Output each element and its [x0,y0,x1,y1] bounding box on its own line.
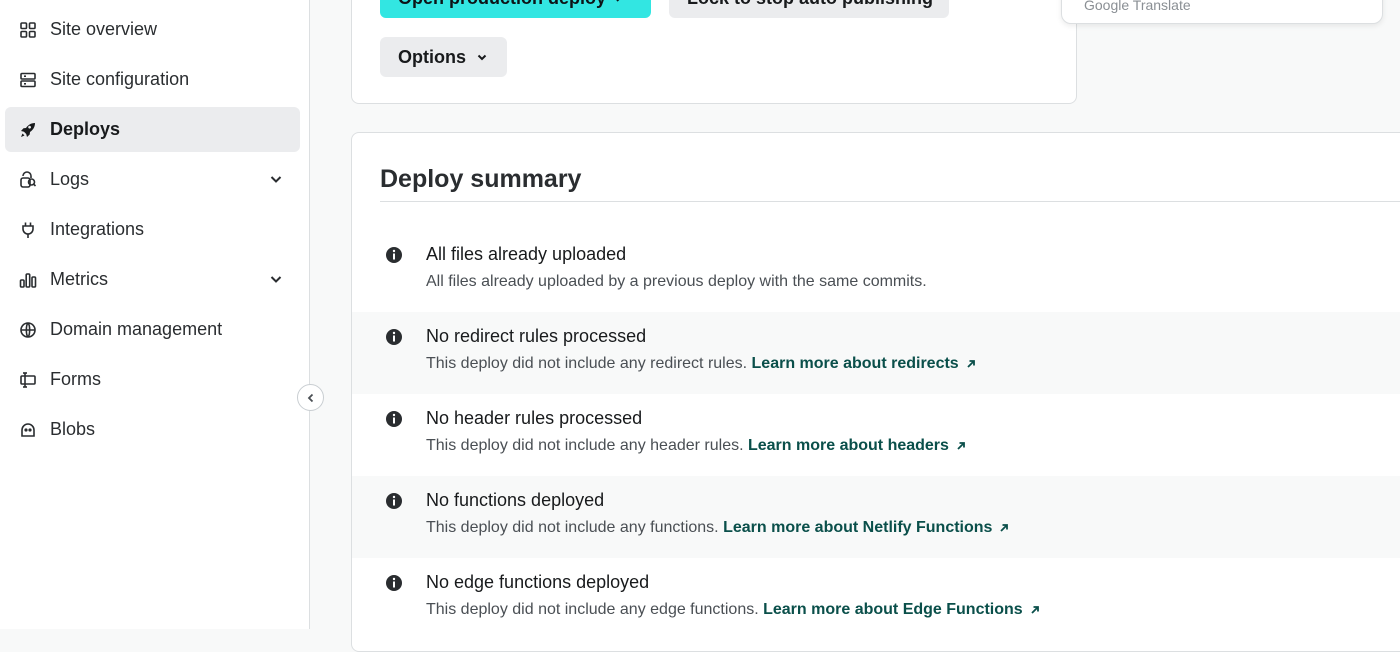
summary-row: No header rules processed This deploy di… [352,394,1400,476]
deploy-summary-card: Deploy summary All files already uploade… [351,132,1400,652]
summary-row: No functions deployed This deploy did no… [352,476,1400,558]
rocket-icon [18,120,38,140]
sidebar-item-label: Blobs [50,419,96,439]
row-description: This deploy did not include any header r… [426,437,967,455]
sidebar-item-integrations[interactable]: Integrations [5,207,300,252]
learn-more-edge-functions-link[interactable]: Learn more about Edge Functions [763,601,1041,618]
popover-text: Google Translate [1084,0,1191,13]
sidebar-item-site-configuration[interactable]: Site configuration [5,57,300,102]
row-title: No functions deployed [426,490,605,510]
row-description-text: This deploy did not include any header r… [426,437,748,454]
info-icon [386,329,402,345]
summary-row: All files already uploaded All files alr… [352,230,1400,312]
options-dropdown-button[interactable]: Options [380,37,507,77]
globe-icon [18,320,38,340]
sidebar-item-logs[interactable]: Logs [5,157,300,202]
link-label: Learn more about Edge Functions [763,601,1023,618]
bar-chart-icon [18,270,38,290]
divider [380,201,1400,202]
external-link-icon [957,441,965,450]
row-description: All files already uploaded by a previous… [426,273,927,291]
row-description: This deploy did not include any edge fun… [426,601,1041,619]
external-link-icon [967,359,975,368]
info-icon [386,575,402,591]
chevron-down-icon[interactable] [268,271,284,287]
link-label: Learn more about headers [747,437,949,454]
lock-auto-publishing-button[interactable]: Lock to stop auto publishing [669,0,949,18]
row-description-text: This deploy did not include any edge fun… [426,601,764,618]
sidebar-item-forms[interactable]: Forms [5,357,300,402]
sidebar-item-label: Integrations [50,219,145,239]
sidebar-item-label: Site configuration [50,69,190,89]
row-description-text: This deploy did not include any function… [426,519,724,536]
sidebar-item-label: Site overview [50,19,158,39]
learn-more-functions-link[interactable]: Learn more about Netlify Functions [723,519,1010,536]
row-title: No redirect rules processed [426,326,647,346]
sidebar-item-label: Deploys [50,119,121,139]
row-title: No header rules processed [426,408,643,428]
button-label: Open production deploy [398,0,606,9]
sidebar-item-deploys[interactable]: Deploys [5,107,300,152]
link-label: Learn more about Netlify Functions [723,519,993,536]
learn-more-redirects-link[interactable]: Learn more about redirects [752,355,977,372]
row-description-text: This deploy did not include any redirect… [426,355,752,372]
deploy-actions-card: Open production deploy Lock to stop auto… [351,0,1077,104]
server-icon [18,70,38,90]
sidebar-item-label: Domain management [50,319,223,339]
sidebar-item-label: Logs [50,169,90,189]
info-icon [386,493,402,509]
row-description-text: All files already uploaded by a previous… [426,273,927,290]
row-title: All files already uploaded [426,244,627,264]
link-label: Learn more about redirects [751,355,959,372]
chevron-down-icon [477,54,487,61]
section-title: Deploy summary [380,165,582,193]
plug-icon [18,220,38,240]
sidebar-item-blobs[interactable]: Blobs [5,407,300,452]
summary-row: No edge functions deployed This deploy d… [352,558,1400,640]
button-label: Options [398,46,466,67]
external-link-icon [1000,523,1009,532]
sidebar-item-label: Forms [50,369,101,389]
collapse-sidebar-button[interactable] [297,384,324,411]
sidebar-item-domain-management[interactable]: Domain management [5,307,300,352]
sidebar-item-label: Metrics [50,269,108,289]
row-title: No edge functions deployed [426,572,650,592]
external-link-icon [1031,605,1039,614]
button-label: Lock to stop auto publishing [687,0,933,9]
external-link-icon [616,0,620,2]
forms-icon [18,370,38,390]
open-production-deploy-button[interactable]: Open production deploy [380,0,651,18]
summary-row: No redirect rules processed This deploy … [352,312,1400,394]
logs-icon [18,170,38,190]
sidebar-item-site-overview[interactable]: Site overview [5,7,300,52]
learn-more-headers-link[interactable]: Learn more about headers [748,437,967,454]
chevron-down-icon[interactable] [268,171,284,187]
sidebar: Site overview Site configuration Deploys… [0,0,310,629]
chevron-left-icon [307,393,313,402]
grid-icon [18,20,38,40]
translate-popover: Google Translate [1061,0,1383,24]
info-icon [386,247,402,263]
info-icon [386,411,402,427]
blobs-icon [18,420,38,440]
row-description: This deploy did not include any redirect… [426,355,977,373]
row-description: This deploy did not include any function… [426,519,1010,537]
sidebar-item-metrics[interactable]: Metrics [5,257,300,302]
